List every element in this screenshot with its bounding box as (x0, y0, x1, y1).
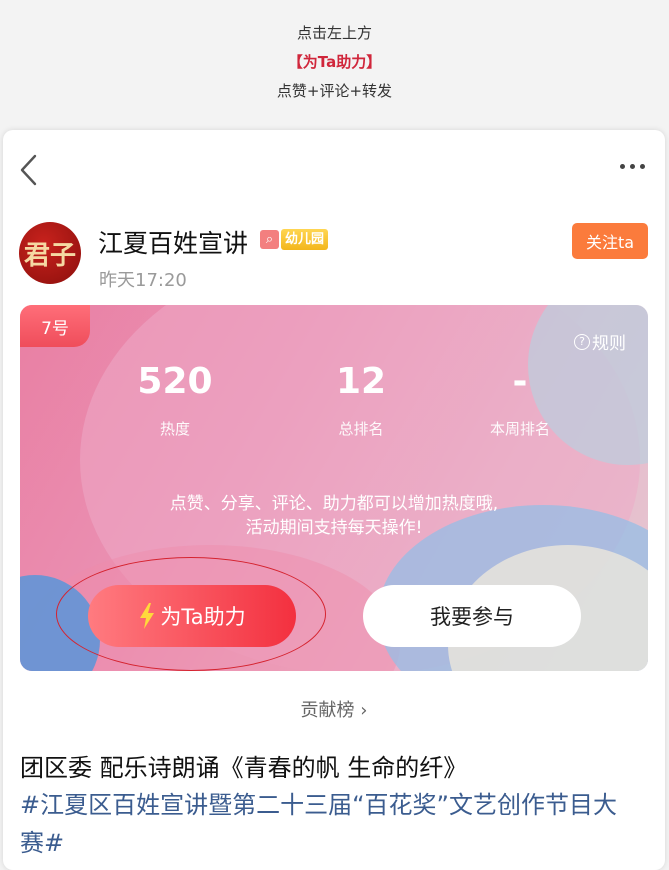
hint-line-2: 【为Ta助力】 (287, 53, 382, 71)
boost-label: 为Ta助力 (160, 605, 246, 629)
post-time: 昨天17:20 (99, 270, 187, 291)
stat-value: - (512, 361, 528, 402)
stat-week-rank: - 本周排名 (445, 360, 595, 439)
chevron-left-icon[interactable] (17, 152, 41, 188)
stat-value: 12 (335, 361, 387, 402)
lightning-icon (140, 603, 155, 629)
banner-message-2: 活动期间支持每天操作! (245, 518, 423, 538)
contribution-list-link[interactable]: 贡献榜 › (3, 696, 665, 722)
question-icon: ? (574, 333, 590, 350)
voting-banner: 7号 ? 规则 520 热度 12 总排名 - 本周排名 点赞、分享、评论、助力… (20, 305, 648, 671)
follow-button[interactable]: 关注ta (572, 223, 648, 259)
stat-label: 总排名 (338, 420, 384, 438)
stat-value: 520 (137, 361, 213, 402)
rules-link[interactable]: ? 规则 (574, 329, 626, 354)
post-card: 君子 江夏百姓宣讲 ⌕ 幼儿园 昨天17:20 关注ta 7号 ? 规则 520… (3, 130, 665, 870)
stat-heat: 520 热度 (100, 360, 250, 439)
boost-button[interactable]: 为Ta助力 (88, 585, 296, 647)
stat-label: 热度 (159, 420, 190, 438)
author-name[interactable]: 江夏百姓宣讲 (98, 224, 248, 260)
avatar[interactable]: 君子 (19, 222, 81, 284)
search-icon: ⌕ (260, 230, 279, 249)
hint-line-1: 点击左上方 (296, 24, 372, 42)
banner-message-1: 点赞、分享、评论、助力都可以增加热度哦, (169, 494, 499, 514)
stat-total-rank: 12 总排名 (286, 360, 436, 439)
more-dots-icon[interactable] (620, 164, 645, 169)
rules-label: 规则 (592, 334, 626, 354)
rank-tag: 7号 (20, 305, 90, 347)
post-title: 团区委 配乐诗朗诵《青春的帆 生命的纤》 (20, 754, 468, 782)
post-hashtag[interactable]: #江夏区百姓宣讲暨第二十三届“百花奖”文艺创作节目大赛# (20, 786, 640, 862)
hint-line-3: 点赞+评论+转发 (276, 82, 393, 100)
stat-label: 本周排名 (489, 420, 550, 438)
level-badge: 幼儿园 (281, 229, 329, 250)
join-button[interactable]: 我要参与 (363, 585, 581, 647)
